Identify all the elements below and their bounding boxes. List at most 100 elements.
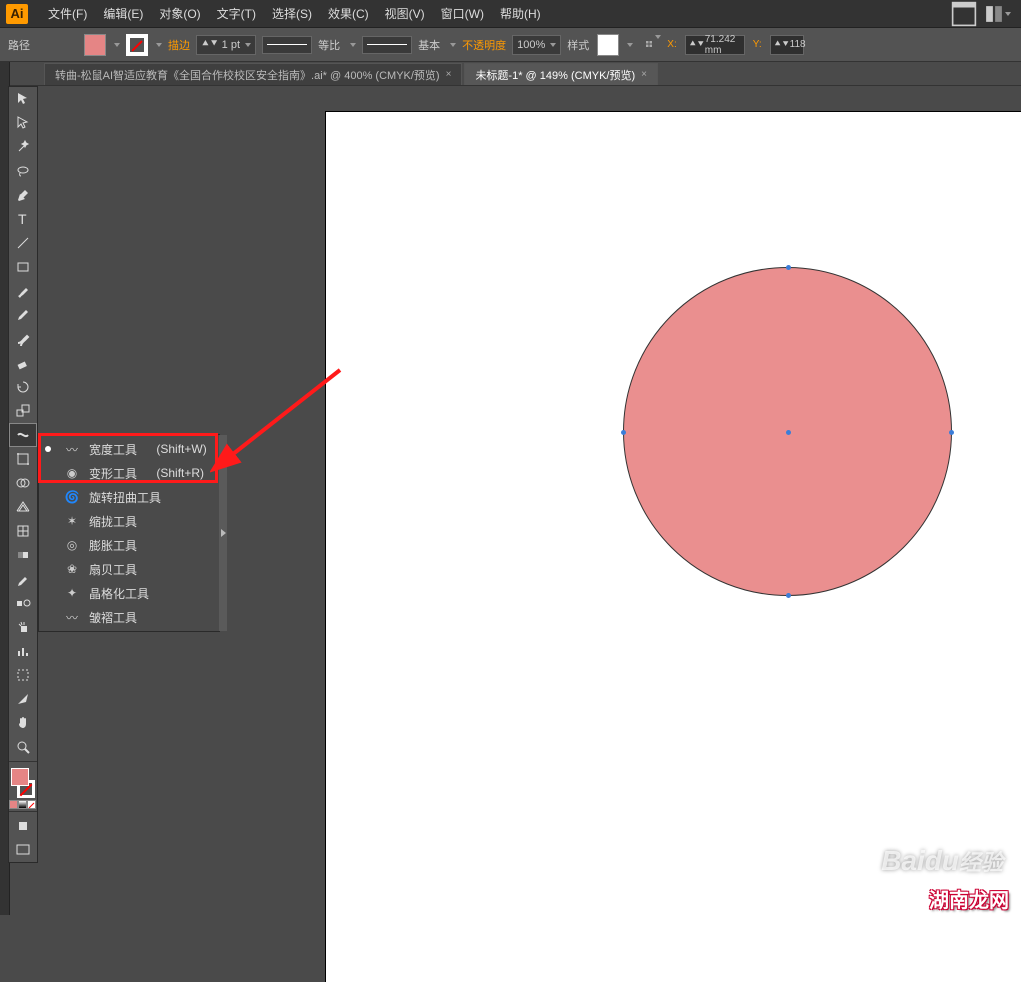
document-tab-row: 转曲-松鼠AI智适应教育《全国合作校校区安全指南》.ai* @ 400% (CM…	[0, 62, 1021, 86]
circle-shape[interactable]	[623, 267, 952, 596]
hand-tool[interactable]	[9, 711, 37, 735]
opacity-input[interactable]: 100%	[512, 35, 561, 55]
flyout-shortcut: (Shift+R)	[156, 466, 204, 480]
blend-tool[interactable]	[9, 591, 37, 615]
tab-close-icon[interactable]: ×	[446, 69, 452, 80]
flyout-scallop-tool[interactable]: ❀ 扇贝工具	[39, 557, 219, 581]
menu-select[interactable]: 选择(S)	[264, 5, 320, 22]
rotate-tool[interactable]	[9, 375, 37, 399]
tool-flyout-menu: 〰 宽度工具 (Shift+W) ◉ 变形工具 (Shift+R) 🌀 旋转扭曲…	[38, 434, 220, 632]
blob-brush-tool[interactable]	[9, 327, 37, 351]
stroke-label[interactable]: 描边	[168, 37, 190, 53]
fill-swatch[interactable]	[84, 34, 106, 56]
document-tab-active[interactable]: 未标题-1* @ 149% (CMYK/预览) ×	[464, 63, 658, 85]
gradient-tool[interactable]	[9, 543, 37, 567]
uniform-label: 等比	[318, 37, 340, 53]
fill-indicator[interactable]	[11, 768, 29, 786]
width-profile-select[interactable]	[262, 36, 312, 54]
flyout-wrinkle-tool[interactable]: 〰 皱褶工具	[39, 605, 219, 629]
rectangle-tool[interactable]	[9, 255, 37, 279]
object-type-label: 路径	[8, 37, 30, 53]
crystallize-tool-icon: ✦	[63, 586, 81, 600]
eyedropper-tool[interactable]	[9, 567, 37, 591]
flyout-crystallize-tool[interactable]: ✦ 晶格化工具	[39, 581, 219, 605]
menu-view[interactable]: 视图(V)	[377, 5, 433, 22]
perspective-grid-tool[interactable]	[9, 495, 37, 519]
type-tool[interactable]: T	[9, 207, 37, 231]
screen-mode[interactable]	[9, 838, 37, 862]
mesh-tool[interactable]	[9, 519, 37, 543]
flyout-pucker-tool[interactable]: ✶ 缩拢工具	[39, 509, 219, 533]
align-icon[interactable]	[645, 39, 653, 51]
flyout-tearoff-handle[interactable]	[219, 435, 227, 631]
arrange-icon[interactable]	[985, 4, 1011, 24]
opacity-label[interactable]: 不透明度	[462, 37, 506, 53]
tab-title: 转曲-松鼠AI智适应教育《全国合作校校区安全指南》.ai* @ 400% (CM…	[55, 67, 440, 83]
direct-selection-tool[interactable]	[9, 111, 37, 135]
flyout-warp-tool[interactable]: ◉ 变形工具 (Shift+R)	[39, 461, 219, 485]
document-tab[interactable]: 转曲-松鼠AI智适应教育《全国合作校校区安全指南》.ai* @ 400% (CM…	[44, 63, 462, 85]
style-label[interactable]: 样式	[567, 37, 589, 53]
free-transform-tool[interactable]	[9, 447, 37, 471]
flyout-label: 变形工具	[89, 465, 137, 482]
lasso-tool[interactable]	[9, 159, 37, 183]
shape-builder-tool[interactable]	[9, 471, 37, 495]
eraser-tool[interactable]	[9, 351, 37, 375]
menu-edit[interactable]: 编辑(E)	[95, 5, 151, 22]
menu-help[interactable]: 帮助(H)	[492, 5, 549, 22]
column-graph-tool[interactable]	[9, 639, 37, 663]
twirl-tool-icon: 🌀	[63, 490, 81, 504]
bloat-tool-icon: ◎	[63, 538, 81, 552]
x-input[interactable]: ⯅⯆71.242 mm	[685, 35, 745, 55]
brush-def-select[interactable]	[362, 36, 412, 54]
tab-close-icon[interactable]: ×	[641, 69, 647, 80]
anchor-point[interactable]	[949, 430, 954, 435]
flyout-shortcut: (Shift+W)	[156, 442, 206, 456]
anchor-point[interactable]	[786, 593, 791, 598]
pen-tool[interactable]	[9, 183, 37, 207]
anchor-point[interactable]	[621, 430, 626, 435]
stroke-weight-input[interactable]: ⯅⯆ 1 pt	[196, 35, 256, 55]
menu-object[interactable]: 对象(O)	[151, 5, 208, 22]
flyout-label: 旋转扭曲工具	[89, 489, 161, 506]
pencil-tool[interactable]	[9, 303, 37, 327]
color-mode-swatches[interactable]	[9, 800, 37, 809]
flyout-label: 缩拢工具	[89, 513, 137, 530]
line-tool[interactable]	[9, 231, 37, 255]
draw-mode-normal[interactable]	[9, 814, 37, 838]
tab-title: 未标题-1* @ 149% (CMYK/预览)	[475, 67, 635, 83]
symbol-sprayer-tool[interactable]	[9, 615, 37, 639]
pucker-tool-icon: ✶	[63, 514, 81, 528]
flyout-width-tool[interactable]: 〰 宽度工具 (Shift+W)	[39, 437, 219, 461]
anchor-point[interactable]	[786, 265, 791, 270]
wrinkle-tool-icon: 〰	[63, 609, 81, 626]
svg-text:T: T	[18, 211, 27, 227]
slice-tool[interactable]	[9, 687, 37, 711]
center-point[interactable]	[786, 430, 791, 435]
fill-stroke-indicator[interactable]	[9, 766, 37, 800]
flyout-twirl-tool[interactable]: 🌀 旋转扭曲工具	[39, 485, 219, 509]
menu-type[interactable]: 文字(T)	[209, 5, 264, 22]
layout-icon[interactable]	[951, 4, 977, 24]
tool-panel: T	[8, 86, 38, 863]
selection-tool[interactable]	[9, 87, 37, 111]
zoom-tool[interactable]	[9, 735, 37, 759]
magic-wand-tool[interactable]	[9, 135, 37, 159]
app-logo-icon: Ai	[6, 4, 28, 24]
y-input[interactable]: ⯅⯆118	[770, 35, 804, 55]
x-label: X:	[667, 39, 676, 50]
flyout-label: 扇贝工具	[89, 561, 137, 578]
flyout-label: 晶格化工具	[89, 585, 149, 602]
width-tool-active[interactable]	[9, 423, 37, 447]
flyout-bloat-tool[interactable]: ◎ 膨胀工具	[39, 533, 219, 557]
artboard-tool[interactable]	[9, 663, 37, 687]
menu-effect[interactable]: 效果(C)	[320, 5, 377, 22]
menu-file[interactable]: 文件(F)	[40, 5, 95, 22]
paintbrush-tool[interactable]	[9, 279, 37, 303]
watermark-baidu: Baidu经验	[881, 845, 1003, 877]
scale-tool[interactable]	[9, 399, 37, 423]
stroke-swatch[interactable]	[126, 34, 148, 56]
warp-tool-icon: ◉	[63, 466, 81, 480]
menu-window[interactable]: 窗口(W)	[433, 5, 492, 22]
style-swatch[interactable]	[597, 34, 619, 56]
